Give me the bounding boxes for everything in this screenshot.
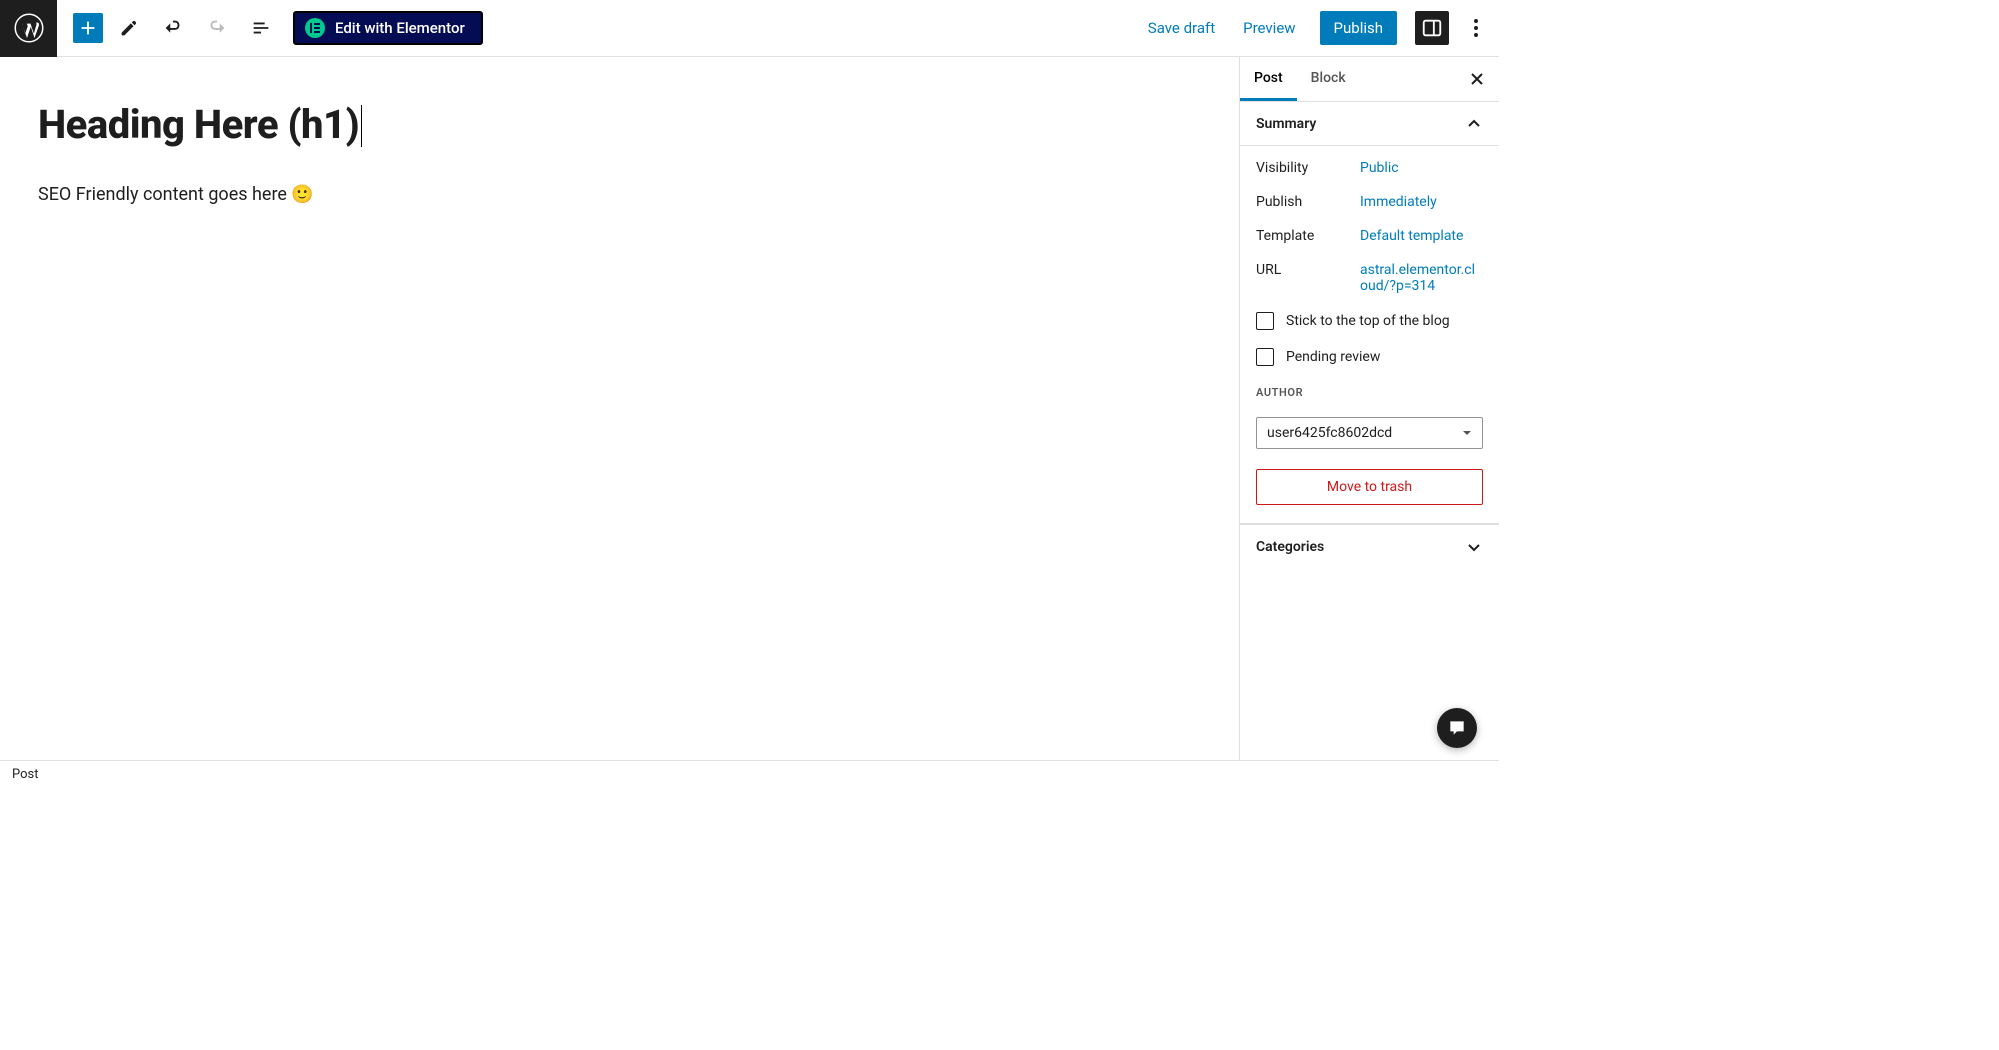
visibility-row: Visibility Public (1256, 160, 1483, 176)
sidebar-tabs: Post Block (1240, 57, 1499, 102)
move-to-trash-button[interactable]: Move to trash (1256, 469, 1483, 505)
more-options-button[interactable] (1461, 10, 1491, 46)
summary-panel-body: Visibility Public Publish Immediately Te… (1240, 146, 1499, 524)
wordpress-logo[interactable] (0, 0, 57, 57)
chevron-down-icon (1465, 538, 1483, 556)
post-content[interactable]: SEO Friendly content goes here 🙂 (38, 184, 1201, 205)
pending-review-label: Pending review (1286, 349, 1380, 365)
edit-with-elementor-button[interactable]: Edit with Elementor (293, 11, 483, 45)
author-value: user6425fc8602dcd (1267, 425, 1392, 441)
settings-sidebar: Post Block Summary Visibility Public Pub… (1239, 57, 1499, 760)
add-block-button[interactable] (73, 13, 103, 43)
template-value[interactable]: Default template (1360, 228, 1483, 244)
top-toolbar: Edit with Elementor Save draft Preview P… (0, 0, 1499, 57)
document-overview-button[interactable] (243, 10, 279, 46)
summary-panel-header[interactable]: Summary (1240, 102, 1499, 146)
panel-icon (1421, 17, 1443, 39)
stick-top-checkbox[interactable] (1256, 312, 1274, 330)
undo-icon (162, 17, 184, 39)
stick-top-label: Stick to the top of the blog (1286, 313, 1450, 329)
author-select[interactable]: user6425fc8602dcd (1256, 417, 1483, 449)
breadcrumb[interactable]: Post (12, 767, 39, 782)
close-icon (1469, 71, 1485, 87)
plus-icon (77, 17, 99, 39)
tab-post[interactable]: Post (1240, 57, 1297, 101)
pending-review-row[interactable]: Pending review (1256, 348, 1483, 366)
preview-button[interactable]: Preview (1233, 19, 1305, 37)
categories-panel-header[interactable]: Categories (1240, 524, 1499, 568)
publish-label: Publish (1256, 194, 1360, 210)
chat-icon (1447, 718, 1467, 738)
pencil-icon (118, 17, 140, 39)
chevron-down-icon (1460, 426, 1474, 440)
stick-top-row[interactable]: Stick to the top of the blog (1256, 312, 1483, 330)
post-title[interactable]: Heading Here (h1) (38, 101, 359, 148)
author-section-label: AUTHOR (1256, 386, 1483, 399)
chevron-up-icon (1465, 115, 1483, 133)
redo-icon (206, 17, 228, 39)
dots-vertical-icon (1474, 19, 1478, 37)
edit-mode-button[interactable] (111, 10, 147, 46)
editor-canvas[interactable]: Heading Here (h1) SEO Friendly content g… (0, 57, 1239, 760)
wordpress-icon (14, 13, 44, 43)
url-label: URL (1256, 262, 1360, 294)
save-draft-button[interactable]: Save draft (1138, 19, 1225, 37)
chat-bubble-button[interactable] (1437, 708, 1477, 748)
template-row: Template Default template (1256, 228, 1483, 244)
url-row: URL astral.elementor.cloud/?p=314 (1256, 262, 1483, 294)
list-icon (250, 17, 272, 39)
sidebar-toggle-button[interactable] (1415, 11, 1449, 45)
tab-block[interactable]: Block (1297, 57, 1360, 101)
pending-review-checkbox[interactable] (1256, 348, 1274, 366)
redo-button (199, 10, 235, 46)
visibility-value[interactable]: Public (1360, 160, 1483, 176)
summary-title: Summary (1256, 116, 1316, 132)
editor-footer: Post (0, 760, 1499, 788)
publish-row: Publish Immediately (1256, 194, 1483, 210)
elementor-button-label: Edit with Elementor (335, 19, 465, 37)
publish-button[interactable]: Publish (1320, 11, 1397, 45)
publish-value[interactable]: Immediately (1360, 194, 1483, 210)
categories-title: Categories (1256, 539, 1324, 555)
visibility-label: Visibility (1256, 160, 1360, 176)
close-sidebar-button[interactable] (1465, 67, 1489, 91)
elementor-icon (305, 18, 325, 38)
url-value[interactable]: astral.elementor.cloud/?p=314 (1360, 262, 1483, 294)
template-label: Template (1256, 228, 1360, 244)
undo-button[interactable] (155, 10, 191, 46)
